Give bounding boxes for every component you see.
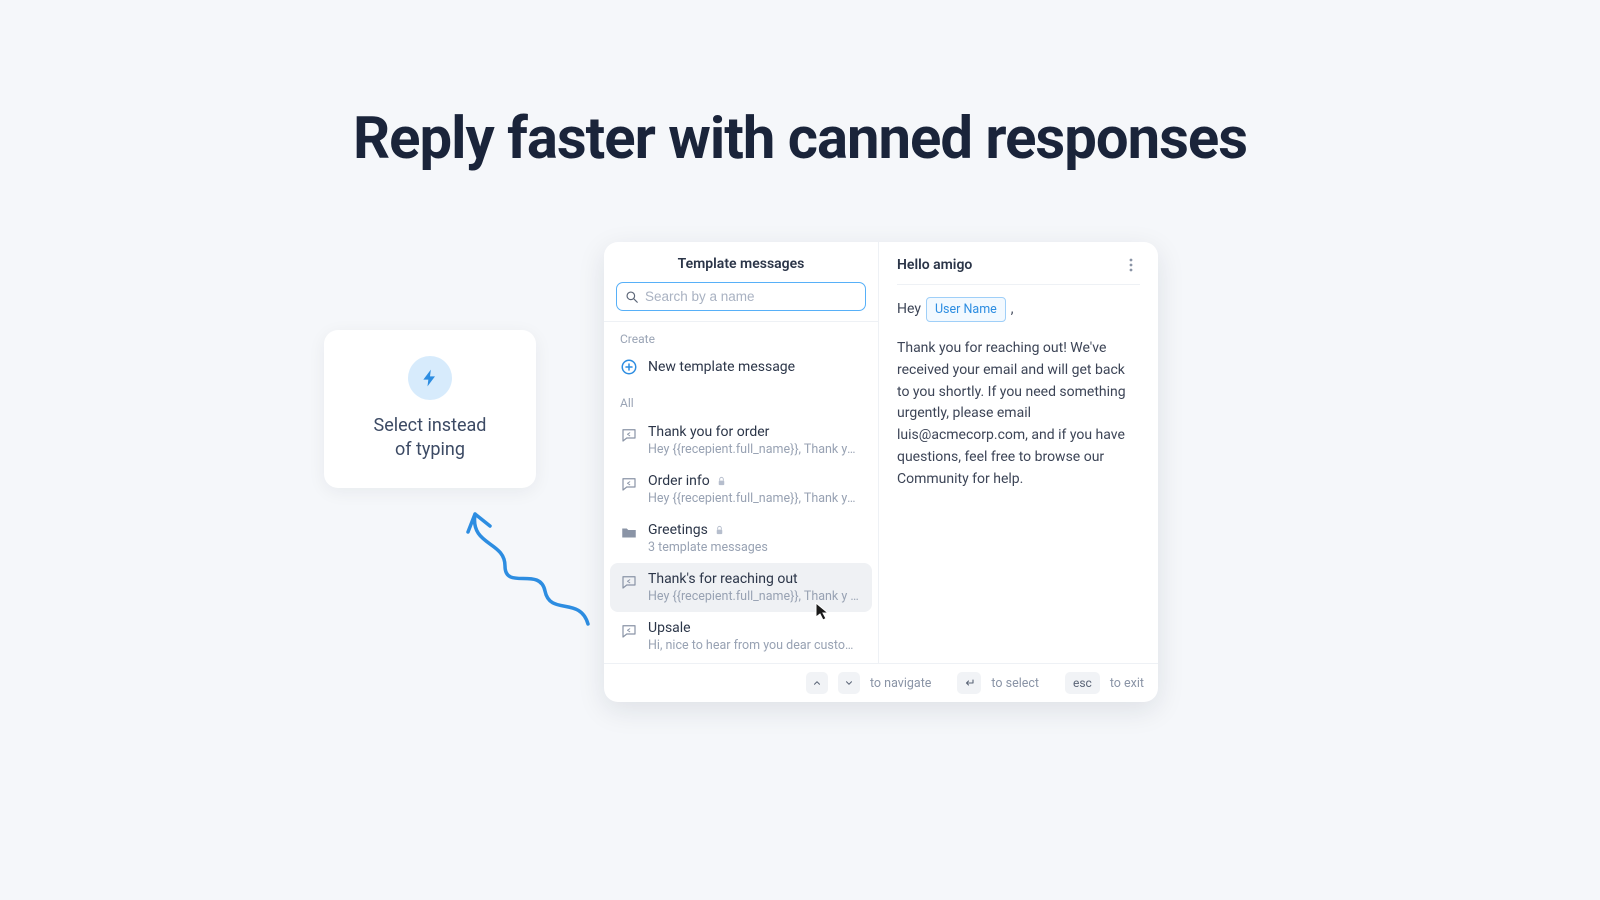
callout-card: Select instead of typing bbox=[324, 330, 536, 488]
template-item-thanks-reaching-out[interactable]: Thank's for reaching out Hey {{recepient… bbox=[610, 563, 872, 612]
plus-circle-icon bbox=[620, 358, 638, 376]
arrow-squiggle-icon bbox=[450, 506, 600, 636]
message-reply-icon bbox=[620, 426, 638, 444]
search-icon bbox=[625, 290, 639, 304]
template-item-title: Greetings bbox=[648, 522, 708, 538]
search-field[interactable] bbox=[616, 282, 866, 311]
template-item-subtitle: 3 template messages bbox=[648, 540, 862, 555]
template-list-title: Template messages bbox=[604, 242, 878, 272]
chevron-down-icon bbox=[844, 678, 854, 688]
section-all-label: All bbox=[610, 386, 872, 416]
enter-key bbox=[957, 672, 981, 694]
variable-chip[interactable]: User Name bbox=[926, 297, 1006, 322]
template-item-upsale[interactable]: Upsale Hi, nice to hear from you dear cu… bbox=[610, 612, 872, 661]
enter-icon bbox=[963, 678, 975, 688]
section-create-label: Create bbox=[610, 322, 872, 352]
template-item-subtitle: Hey {{recepient.full_name}}, Thank you f… bbox=[648, 491, 862, 506]
template-modal: Template messages Create New template me… bbox=[604, 242, 1158, 702]
template-list-pane: Template messages Create New template me… bbox=[604, 242, 879, 663]
esc-key: esc bbox=[1065, 672, 1100, 694]
callout-text: Select instead of typing bbox=[374, 414, 487, 463]
preview-body: Hey User Name , Thank you for reaching o… bbox=[897, 285, 1140, 490]
footer-select-label: to select bbox=[991, 676, 1039, 691]
search-input[interactable] bbox=[645, 289, 857, 304]
kebab-icon bbox=[1129, 258, 1133, 272]
folder-icon bbox=[620, 524, 638, 542]
message-reply-icon bbox=[620, 573, 638, 591]
template-item-title: Order info bbox=[648, 473, 710, 489]
preview-title: Hello amigo bbox=[897, 257, 972, 273]
preview-greeting-suffix: , bbox=[1011, 299, 1014, 321]
callout-line1: Select instead bbox=[374, 415, 487, 436]
lock-icon bbox=[714, 525, 725, 536]
template-item-title: Upsale bbox=[648, 620, 691, 636]
message-reply-icon bbox=[620, 475, 638, 493]
template-item-title: Thank's for reaching out bbox=[648, 571, 798, 587]
footer-exit-label: to exit bbox=[1110, 676, 1144, 691]
preview-greeting-prefix: Hey bbox=[897, 299, 921, 321]
arrow-down-key bbox=[838, 672, 860, 694]
template-item-subtitle: Hi, nice to hear from you dear customer,… bbox=[648, 638, 862, 653]
template-preview-pane: Hello amigo Hey User Name , Thank you fo… bbox=[879, 242, 1158, 663]
callout-line2: of typing bbox=[395, 439, 465, 460]
hero-title: Reply faster with canned responses bbox=[0, 105, 1600, 173]
new-template-button[interactable]: New template message bbox=[610, 352, 872, 386]
template-item-order-info[interactable]: Order info Hey {{recepient.full_name}}, … bbox=[610, 465, 872, 514]
new-template-label: New template message bbox=[648, 359, 795, 375]
modal-footer: to navigate to select esc to exit bbox=[604, 663, 1158, 702]
arrow-up-key bbox=[806, 672, 828, 694]
template-item-title: Thank you for order bbox=[648, 424, 769, 440]
template-folder-greetings[interactable]: Greetings 3 template messages bbox=[610, 514, 872, 563]
message-reply-icon bbox=[620, 622, 638, 640]
preview-message-body: Thank you for reaching out! We've receiv… bbox=[897, 338, 1140, 490]
chevron-up-icon bbox=[812, 678, 822, 688]
template-item-thank-you-order[interactable]: Thank you for order Hey {{recepient.full… bbox=[610, 416, 872, 465]
template-item-subtitle: Hey {{recepient.full_name}}, Thank y for… bbox=[648, 589, 862, 604]
lock-icon bbox=[716, 476, 727, 487]
footer-navigate-label: to navigate bbox=[870, 676, 931, 691]
more-button[interactable] bbox=[1122, 256, 1140, 274]
bolt-icon bbox=[408, 356, 452, 400]
template-item-subtitle: Hey {{recepient.full_name}}, Thank you f… bbox=[648, 442, 862, 457]
